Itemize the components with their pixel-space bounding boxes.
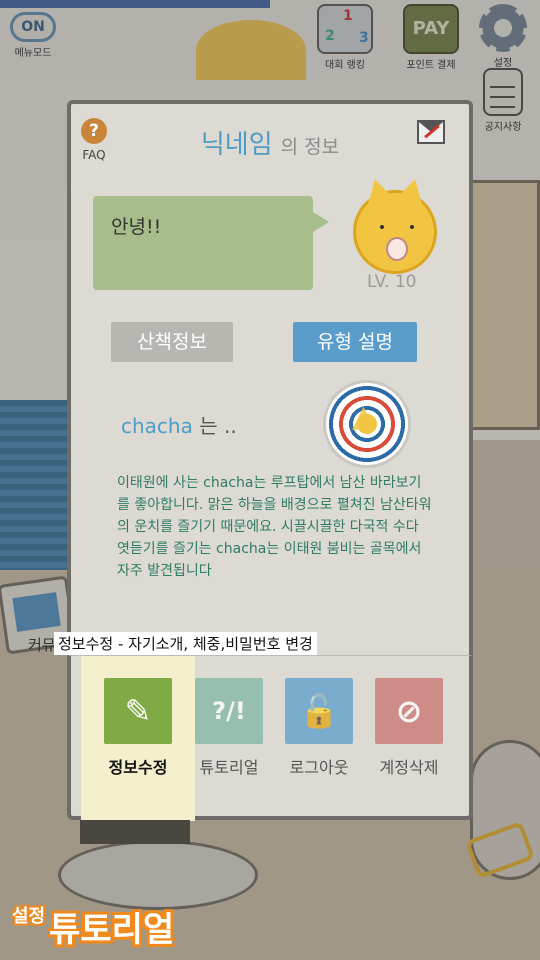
cat-ear-right [395,175,429,207]
cat-mouth [386,237,408,261]
type-description: 이태원에 사는 chacha는 루프탑에서 남산 바라보기를 좋아합니다. 맑은… [117,475,432,579]
menu-shadow [80,820,190,844]
cat-ear-left [361,175,395,207]
caption-small: 설정 [12,906,46,927]
settings-menu: ✎ 정보수정 ?/! 튜토리얼 🔓 로그아웃 ⊘ 계정삭제 [67,655,473,821]
level-label: LV. 10 [367,272,417,292]
greeting-text: 안녕!! [111,216,162,238]
cat-eye-right [410,225,414,229]
delete-account-label: 계정삭제 [379,758,439,777]
title-suffix: 의 정보 [280,136,340,158]
tutorial-button[interactable]: ?/! 튜토리얼 [184,678,274,778]
screen-caption: 설정 튜토리얼 [12,902,174,951]
greeting-bubble: 안녕!! [93,196,329,290]
mail-muted-icon[interactable] [417,120,445,144]
question-exclaim-icon: ?/! [195,678,263,744]
profile-title: 닉네임 의 정보 [71,124,469,161]
unlock-icon: 🔓 [285,678,353,744]
type-heading-suffix: 는 .. [192,414,237,438]
edit-info-label: 정보수정 [108,758,168,777]
type-heading: chacha 는 .. [121,410,237,439]
target-icon [323,380,411,468]
logout-button[interactable]: 🔓 로그아웃 [274,678,364,778]
prohibit-icon: ⊘ [375,678,443,744]
nickname: 닉네임 [200,130,273,160]
pencil-icon: ✎ [104,678,172,744]
type-name: chacha [121,414,193,438]
cat-avatar [353,175,437,274]
delete-account-button[interactable]: ⊘ 계정삭제 [364,678,454,778]
logout-label: 로그아웃 [289,758,349,777]
edit-info-tooltip: 정보수정 - 자기소개, 체중,비밀번호 변경 [54,632,317,655]
cat-eye-left [380,225,384,229]
edit-info-button[interactable]: ✎ 정보수정 [93,678,183,778]
walk-info-button[interactable]: 산책정보 [111,322,233,362]
profile-card: ? FAQ 닉네임 의 정보 안녕!! LV. 10 산책정보 유형 설명 cha… [67,100,473,655]
caption-big: 튜토리얼 [49,910,175,950]
tutorial-label: 튜토리얼 [199,758,259,777]
type-description-button[interactable]: 유형 설명 [293,322,417,362]
